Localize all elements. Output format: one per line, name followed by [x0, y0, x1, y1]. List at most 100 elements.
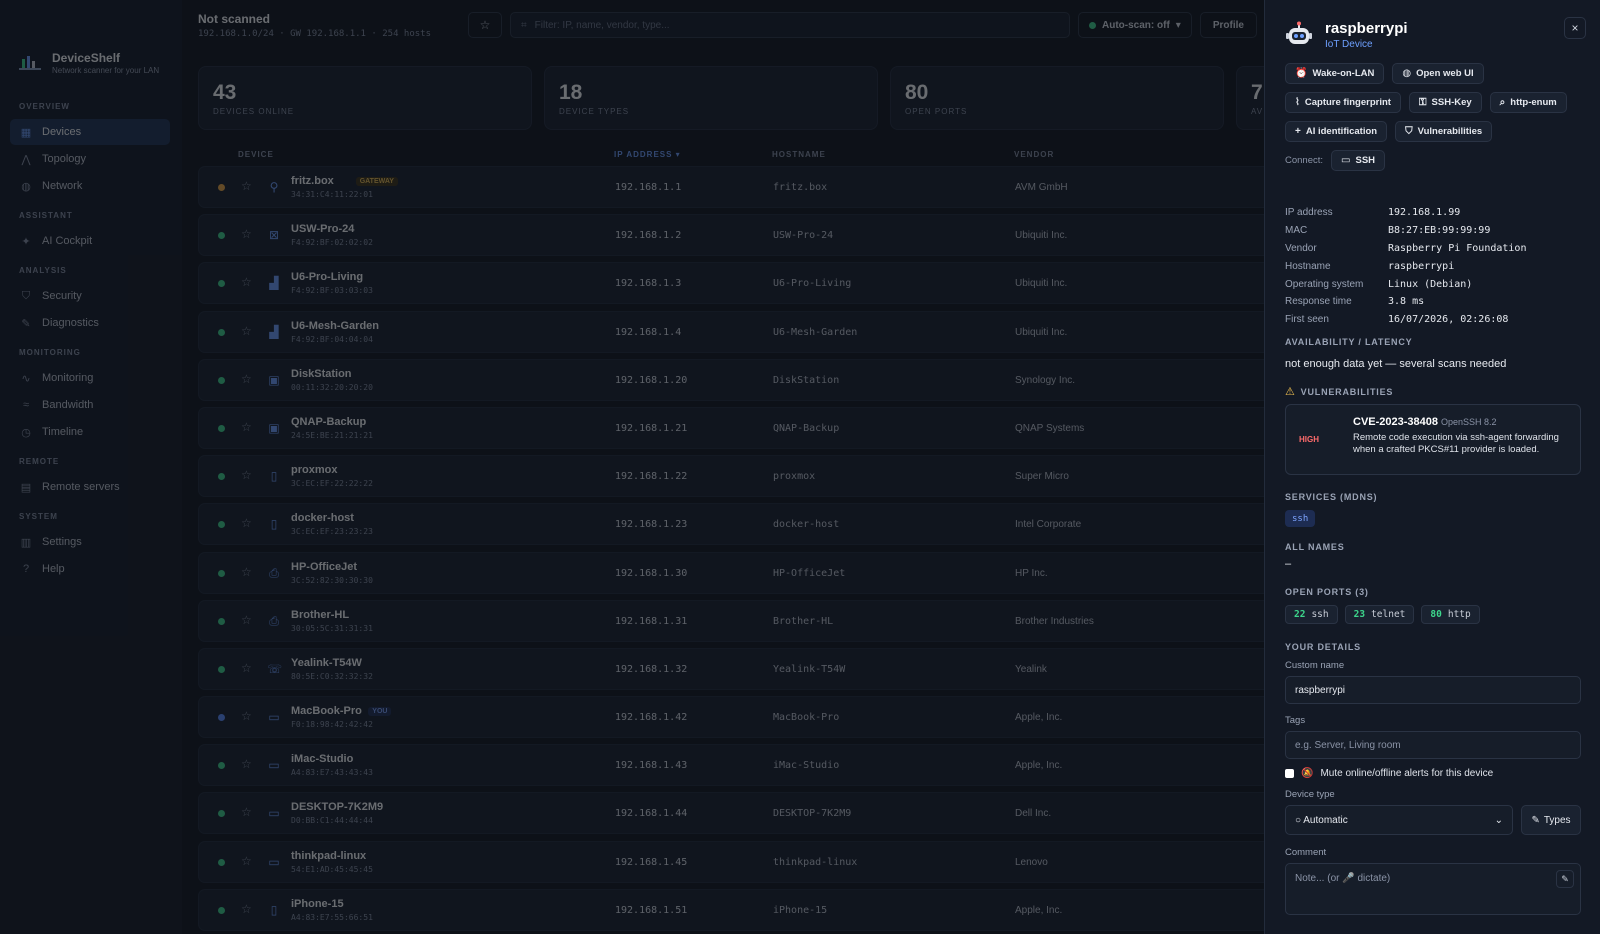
device-vendor: Apple, Inc.	[1015, 712, 1063, 724]
favorite-star-icon[interactable]: ☆	[241, 854, 252, 868]
favorite-star-icon[interactable]: ☆	[241, 275, 252, 289]
brand-tagline: Network scanner for your LAN	[52, 66, 160, 75]
port-chip[interactable]: 22 ssh	[1285, 605, 1338, 624]
status-dot	[218, 473, 225, 481]
sidebar-item-timeline[interactable]: ◷ Timeline	[10, 419, 170, 445]
sidebar-item-label: Diagnostics	[42, 317, 99, 329]
sidebar-item-help[interactable]: ? Help	[10, 556, 170, 582]
favorite-star-icon[interactable]: ☆	[241, 902, 252, 916]
device-hostname: iMac-Studio	[773, 760, 840, 772]
device-hostname: Brother-HL	[773, 615, 834, 627]
device-name: DiskStation	[291, 367, 352, 380]
stats-row: 43 DEVICES ONLINE 18 DEVICE TYPES 80 OPEN POR…	[198, 66, 1264, 130]
table-row[interactable]: ☆ ▭ DESKTOP-7K2M9 D0:BB:C1:44:44:44 192.168.…	[198, 792, 1264, 835]
favorite-star-icon[interactable]: ☆	[241, 709, 252, 723]
sidebar-item-settings[interactable]: ▥ Settings	[10, 529, 170, 555]
table-row[interactable]: ☆ ▣ DiskStation 00:11:32:20:20:20 192.168.1.…	[198, 358, 1264, 401]
open-web-ui-button[interactable]: ◍ Open web UI	[1392, 63, 1484, 84]
column-vendor[interactable]: VENDOR	[1014, 150, 1054, 159]
favorite-star-icon[interactable]: ☆	[241, 757, 252, 771]
action-label: Wake-on-LAN	[1312, 68, 1375, 79]
connect-row: Connect: ▭ SSH	[1285, 150, 1386, 171]
table-row[interactable]: ☆ ▭ thinkpad-linux 54:E1:AD:45:45:45 192.168…	[198, 840, 1264, 883]
table-row[interactable]: ☆ ▟ U6-Mesh-Garden F4:92:BF:04:04:04 192.168…	[198, 310, 1264, 353]
table-row[interactable]: ☆ ▟ U6-Pro-Living F4:92:BF:03:03:03 192.168.…	[198, 262, 1264, 305]
dictate-button[interactable]: ✎	[1556, 870, 1574, 888]
port-chip[interactable]: 80 http	[1421, 605, 1480, 624]
autoscan-toggle[interactable]: Auto-scan: off ▾	[1078, 12, 1192, 38]
favorite-star-icon[interactable]: ☆	[241, 613, 252, 627]
favorite-star-icon[interactable]: ☆	[241, 468, 252, 482]
close-panel-button[interactable]: ×	[1564, 17, 1586, 39]
sidebar-item-bandwidth[interactable]: ≈ Bandwidth	[10, 392, 170, 418]
robot-icon	[1286, 21, 1312, 44]
table-row[interactable]: ☆ ☏ Yealink-T54W 80:5E:C0:32:32:32 192.168.1…	[198, 647, 1264, 690]
sidebar-item-remote-servers[interactable]: ▤ Remote servers	[10, 474, 170, 500]
table-row[interactable]: ☆ ▯ proxmox 3C:EC:EF:22:22:22 192.168.1.22 pr…	[198, 455, 1264, 498]
favorite-star-icon[interactable]: ☆	[241, 372, 252, 386]
vulnerabilities-button[interactable]: ⛉ Vulnerabilities	[1395, 121, 1493, 142]
clock-icon: ◷	[21, 426, 31, 439]
detail-row: Response time 3.8 ms	[1285, 293, 1585, 311]
table-row[interactable]: ☆ ▭ iMac-Studio A4:83:E7:43:43:43 192.168.1.…	[198, 744, 1264, 787]
device-name: MacBook-Pro	[291, 705, 362, 718]
availability-heading: AVAILABILITY / LATENCY	[1285, 337, 1413, 347]
wake-on-lan-button[interactable]: ⏰ Wake-on-LAN	[1285, 63, 1385, 84]
device-name: proxmox	[291, 464, 338, 477]
table-row[interactable]: ☆ ⎙ Brother-HL 30:05:5C:31:31:31 192.168.1.3…	[198, 599, 1264, 642]
table-row[interactable]: ☆ ▯ docker-host 3C:EC:EF:23:23:23 192.168.1.…	[198, 503, 1264, 546]
device-vendor: AVM GmbH	[1015, 182, 1068, 193]
sidebar-item-devices[interactable]: ▦ Devices	[10, 119, 170, 145]
ssh-key-button[interactable]: ⚿ SSH-Key	[1408, 92, 1482, 113]
device-title: raspberrypi	[1325, 20, 1408, 37]
capture-fingerprint-button[interactable]: ⌇ Capture fingerprint	[1285, 92, 1401, 113]
sidebar-item-topology[interactable]: ⋀ Topology	[10, 146, 170, 172]
favorite-star-icon[interactable]: ☆	[241, 516, 252, 530]
sidebar-item-ai-cockpit[interactable]: ✦ AI Cockpit	[10, 228, 170, 254]
table-row[interactable]: ☆ ▯ iPhone-15 A4:83:E7:55:66:51 192.168.1.51…	[198, 888, 1264, 931]
vulnerability-card[interactable]: HIGH CVE-2023-38408 OpenSSH 8.2 Remote co…	[1285, 404, 1581, 475]
favorite-star-icon[interactable]: ☆	[241, 661, 252, 675]
mute-alerts-checkbox[interactable]	[1285, 769, 1294, 778]
http-enum-button[interactable]: ⌕ http-enum	[1489, 92, 1567, 113]
profile-button[interactable]: Profile	[1199, 12, 1257, 38]
favorite-star-icon[interactable]: ☆	[241, 565, 252, 579]
action-label: Open web UI	[1416, 68, 1474, 79]
column-hostname[interactable]: HOSTNAME	[772, 150, 826, 159]
mute-alerts-row[interactable]: 🔕 Mute online/offline alerts for this de…	[1285, 768, 1493, 779]
comment-textarea[interactable]: Note... (or 🎤 dictate) ✎	[1285, 863, 1581, 915]
table-row[interactable]: ☆ ▣ QNAP-Backup 24:5E:BE:21:21:21 192.168.1.…	[198, 406, 1264, 449]
connect-ssh-button[interactable]: ▭ SSH	[1331, 150, 1386, 171]
port-chip[interactable]: 23 telnet	[1344, 605, 1415, 624]
table-row[interactable]: ☆ ⎙ HP-OfficeJet 3C:52:82:30:30:30 192.168.1…	[198, 551, 1264, 594]
device-type-select[interactable]: ○ Automatic ⌄	[1285, 805, 1513, 835]
comment-placeholder: Note... (or 🎤 dictate)	[1295, 873, 1391, 884]
table-row[interactable]: ☆ ⊠ USW-Pro-24 F4:92:BF:02:02:02 192.168.1.2…	[198, 214, 1264, 257]
favorites-button[interactable]: ☆	[468, 12, 502, 38]
sidebar-item-diagnostics[interactable]: ✎ Diagnostics	[10, 310, 170, 336]
ai-identification-button[interactable]: + AI identification	[1285, 121, 1388, 142]
column-device[interactable]: DEVICE	[238, 150, 274, 159]
filter-input[interactable]: ⌗ Filter: IP, name, vendor, type...	[510, 12, 1070, 38]
custom-name-input[interactable]: raspberrypi	[1285, 676, 1581, 704]
device-ip: 192.168.1.42	[615, 712, 688, 724]
column-ip[interactable]: IP ADDRESS ▾	[614, 150, 681, 159]
sidebar-item-monitoring[interactable]: ∿ Monitoring	[10, 365, 170, 391]
wrench-icon: ✎	[21, 317, 31, 330]
detail-key: MAC	[1285, 225, 1308, 237]
tags-input[interactable]: e.g. Server, Living room	[1285, 731, 1581, 759]
table-row[interactable]: ☆ ▭ MacBook-Pro F0:18:98:42:42:42 YOU 192.168…	[198, 696, 1264, 739]
favorite-star-icon[interactable]: ☆	[241, 324, 252, 338]
device-mac: D0:BB:C1:44:44:44	[291, 816, 373, 826]
sidebar-item-security[interactable]: ⛉ Security	[10, 283, 170, 309]
favorite-star-icon[interactable]: ☆	[241, 227, 252, 241]
sidebar-item-network[interactable]: ◍ Network	[10, 173, 170, 199]
favorite-star-icon[interactable]: ☆	[241, 805, 252, 819]
favorite-star-icon[interactable]: ☆	[241, 420, 252, 434]
device-vendor: Dell Inc.	[1015, 808, 1052, 820]
device-hostname: thinkpad-linux	[773, 856, 858, 868]
types-button[interactable]: ✎ Types	[1521, 805, 1581, 835]
favorite-star-icon[interactable]: ☆	[241, 179, 252, 193]
switch-icon: ⊠	[268, 228, 280, 243]
table-row[interactable]: ☆ ⚲ fritz.box 34:31:C4:11:22:01 GATEWAY 192.1…	[198, 166, 1264, 208]
